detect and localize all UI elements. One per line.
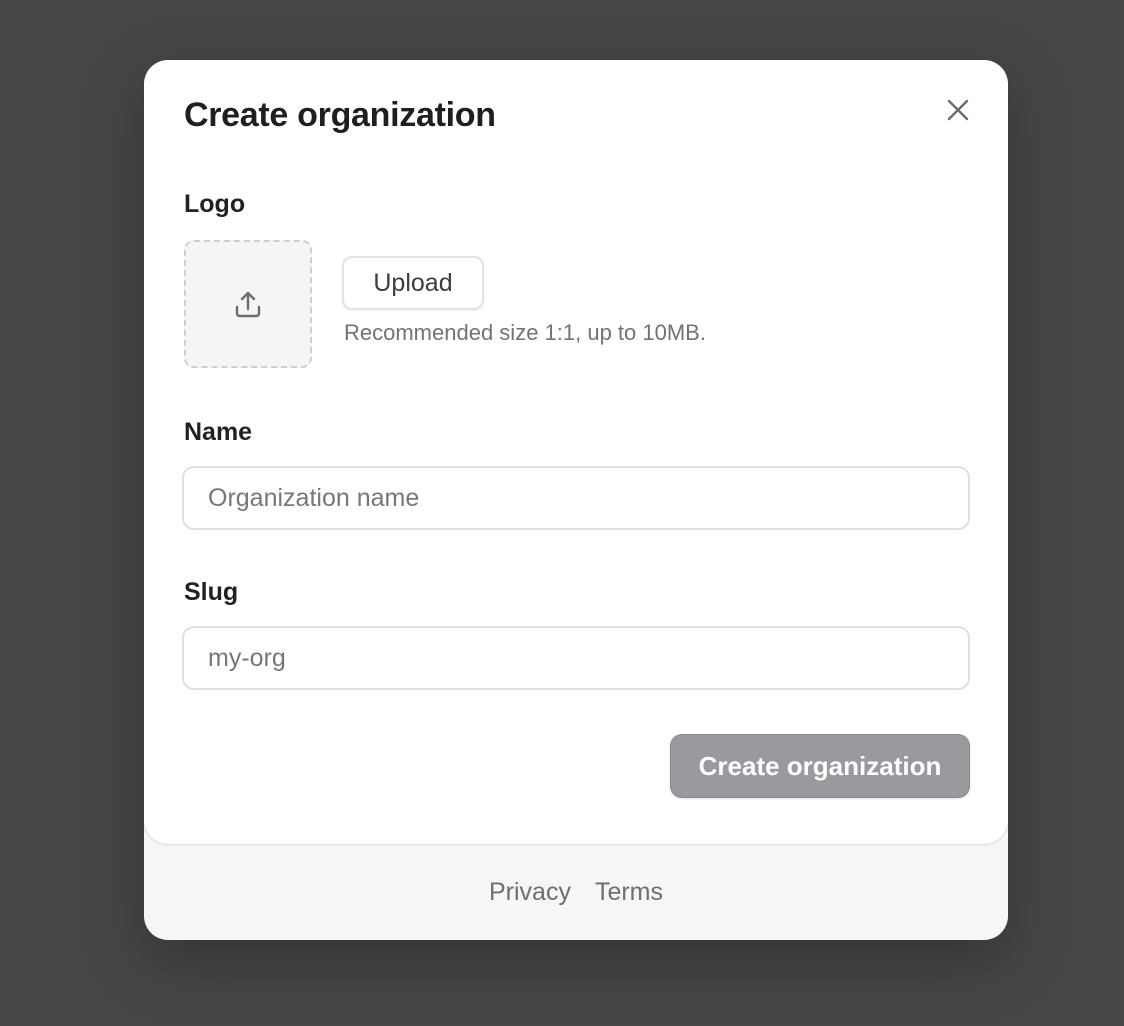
slug-input[interactable] bbox=[182, 626, 970, 690]
logo-label: Logo bbox=[184, 190, 246, 218]
privacy-link[interactable]: Privacy bbox=[489, 878, 571, 907]
logo-dropzone[interactable] bbox=[184, 240, 312, 368]
upload-button[interactable]: Upload bbox=[342, 256, 484, 310]
dialog-footer: Privacy Terms bbox=[144, 844, 1008, 940]
create-organization-dialog: Create organization Logo Upload Recommen… bbox=[144, 60, 1008, 940]
upload-icon bbox=[235, 291, 261, 318]
dialog-title: Create organization bbox=[184, 96, 496, 134]
logo-hint: Recommended size 1:1, up to 10MB. bbox=[344, 320, 706, 345]
close-icon bbox=[947, 99, 969, 121]
terms-link[interactable]: Terms bbox=[595, 878, 663, 907]
dialog-card: Create organization Logo Upload Recommen… bbox=[144, 60, 1008, 844]
close-button[interactable] bbox=[942, 94, 974, 126]
name-input[interactable] bbox=[182, 466, 970, 530]
name-label: Name bbox=[184, 418, 253, 446]
slug-label: Slug bbox=[184, 578, 239, 606]
create-organization-button[interactable]: Create organization bbox=[670, 734, 970, 798]
